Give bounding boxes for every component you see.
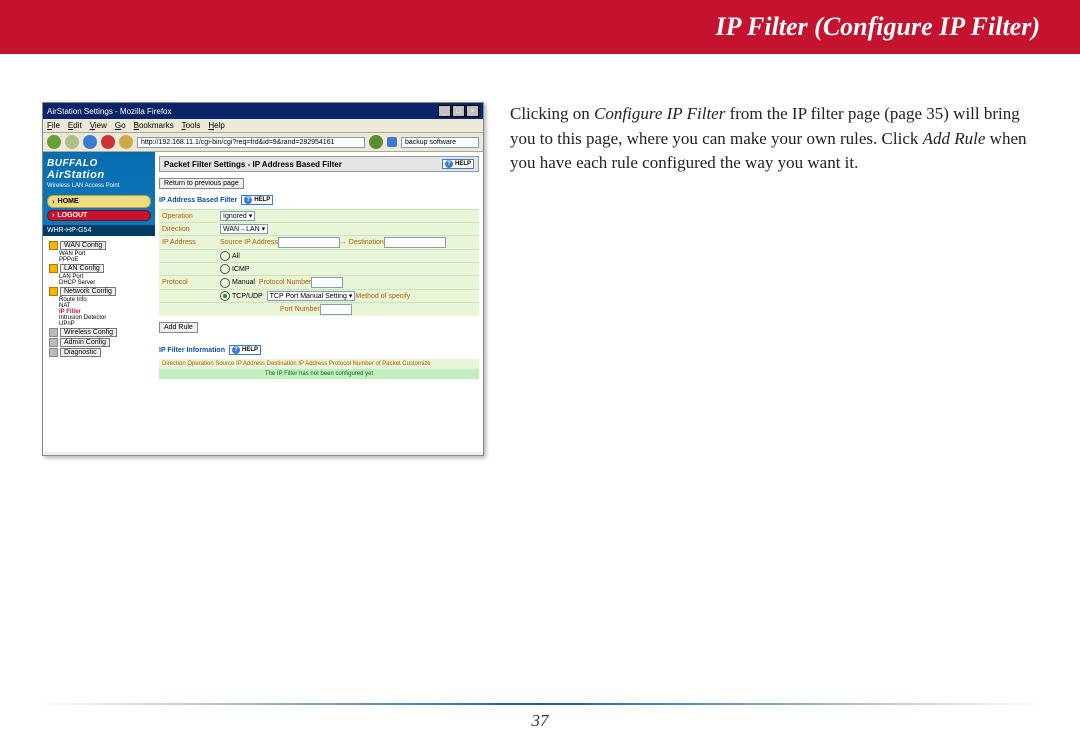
logout-button[interactable]: ›LOGOUT [47, 210, 151, 221]
input-proto-num[interactable] [311, 277, 343, 288]
screenshot: AirStation Settings - Mozilla Firefox _ … [42, 102, 484, 456]
browser-toolbar: http://192.168.11.1/cgi-bin/cgi?req=frd&… [43, 133, 483, 152]
label-direction: Direction [159, 226, 220, 233]
brand-sub: Wireless LAN Access Point [43, 183, 155, 193]
radio-tcpudp[interactable] [220, 291, 230, 301]
page-title: IP Filter (Configure IP Filter) [715, 12, 1040, 42]
forward-icon[interactable] [65, 135, 79, 149]
browser-menubar: File Edit View Go Bookmarks Tools Help [43, 119, 483, 133]
nav-admin[interactable]: Admin Config [60, 338, 110, 347]
home-button[interactable]: ›HOME [47, 195, 151, 208]
footer-rule [36, 703, 1044, 705]
stop-icon[interactable] [101, 135, 115, 149]
input-port-num[interactable] [320, 304, 352, 315]
nav-diag[interactable]: Diagnostic [60, 348, 101, 357]
reload-icon[interactable] [83, 135, 97, 149]
label-src: Source IP Address [220, 239, 278, 246]
chevron-icon [49, 348, 58, 357]
description-text: Clicking on Configure IP Filter from the… [510, 102, 1038, 176]
menu-view[interactable]: View [90, 121, 107, 130]
filter-form: OperationIgnored ▾ DirectionWAN→LAN ▾ IP… [159, 209, 479, 316]
brand-airstation: AirStation [47, 169, 151, 181]
select-direction[interactable]: WAN→LAN ▾ [220, 224, 268, 234]
menu-help[interactable]: Help [208, 121, 224, 130]
menu-go[interactable]: Go [115, 121, 126, 130]
label-operation: Operation [159, 213, 220, 220]
menu-tools[interactable]: Tools [182, 121, 201, 130]
table-empty-msg: The IP Filter has not been configured ye… [159, 369, 479, 379]
maximize-icon[interactable]: □ [452, 105, 465, 117]
section-ip-info: IP Filter Information [159, 347, 225, 354]
select-operation[interactable]: Ignored ▾ [220, 211, 255, 221]
close-icon[interactable]: × [466, 105, 479, 117]
address-bar[interactable]: http://192.168.11.1/cgi-bin/cgi?req=frd&… [137, 137, 365, 148]
nav-wireless[interactable]: Wireless Config [60, 328, 117, 337]
nav-list: WAN Config WAN Port PPPoE LAN Config LAN… [43, 236, 155, 364]
back-icon[interactable] [47, 135, 61, 149]
page-number: 37 [0, 711, 1080, 731]
search-box[interactable]: backup software [401, 137, 479, 148]
chevron-icon [49, 328, 58, 337]
sidebar: BUFFALO AirStation Wireless LAN Access P… [43, 152, 155, 452]
menu-bookmarks[interactable]: Bookmarks [134, 121, 174, 130]
menu-file[interactable]: File [47, 121, 60, 130]
chevron-icon [49, 338, 58, 347]
main-title: Packet Filter Settings - IP Address Base… [164, 160, 342, 169]
nav-wan[interactable]: WAN Config [60, 241, 106, 250]
help-button[interactable]: ?HELP [442, 159, 474, 169]
input-dst-ip[interactable] [384, 237, 446, 248]
model-label: WHR-HP-G54 [43, 225, 155, 236]
go-icon[interactable] [369, 135, 383, 149]
help-button[interactable]: ?HELP [241, 195, 273, 205]
input-src-ip[interactable] [278, 237, 340, 248]
menu-edit[interactable]: Edit [68, 121, 82, 130]
nav-pppoe[interactable]: PPPoE [59, 257, 153, 263]
radio-manual[interactable] [220, 278, 230, 288]
label-dst: → Destination [340, 239, 384, 246]
radio-all[interactable] [220, 251, 230, 261]
header-bar: IP Filter (Configure IP Filter) [0, 0, 1080, 54]
search-engine-icon[interactable] [387, 137, 397, 147]
select-tcpport[interactable]: TCP Port Manual Setting ▾ [267, 291, 356, 301]
window-titlebar: AirStation Settings - Mozilla Firefox _ … [43, 103, 483, 119]
return-button[interactable]: Return to previous page [159, 178, 244, 189]
chevron-icon [49, 287, 58, 296]
nav-lan[interactable]: LAN Config [60, 264, 104, 273]
home-icon[interactable] [119, 135, 133, 149]
table-header: Direction Operation Source IP Address De… [159, 359, 479, 369]
minimize-icon[interactable]: _ [438, 105, 451, 117]
nav-net[interactable]: Network Config [60, 287, 116, 296]
label-protocol: Protocol [159, 279, 220, 286]
section-ip-filter: IP Address Based Filter [159, 197, 237, 204]
radio-icmp[interactable] [220, 264, 230, 274]
help-button[interactable]: ?HELP [229, 345, 261, 355]
window-title: AirStation Settings - Mozilla Firefox [47, 107, 172, 116]
add-rule-button[interactable]: Add Rule [159, 322, 198, 333]
nav-upnp[interactable]: UPnP [59, 321, 153, 327]
chevron-icon [49, 241, 58, 250]
main-panel: Packet Filter Settings - IP Address Base… [155, 152, 483, 452]
brand-buffalo: BUFFALO [47, 158, 151, 169]
chevron-icon [49, 264, 58, 273]
nav-dhcp[interactable]: DHCP Server [59, 280, 153, 286]
label-ipaddress: IP Address [159, 239, 220, 246]
